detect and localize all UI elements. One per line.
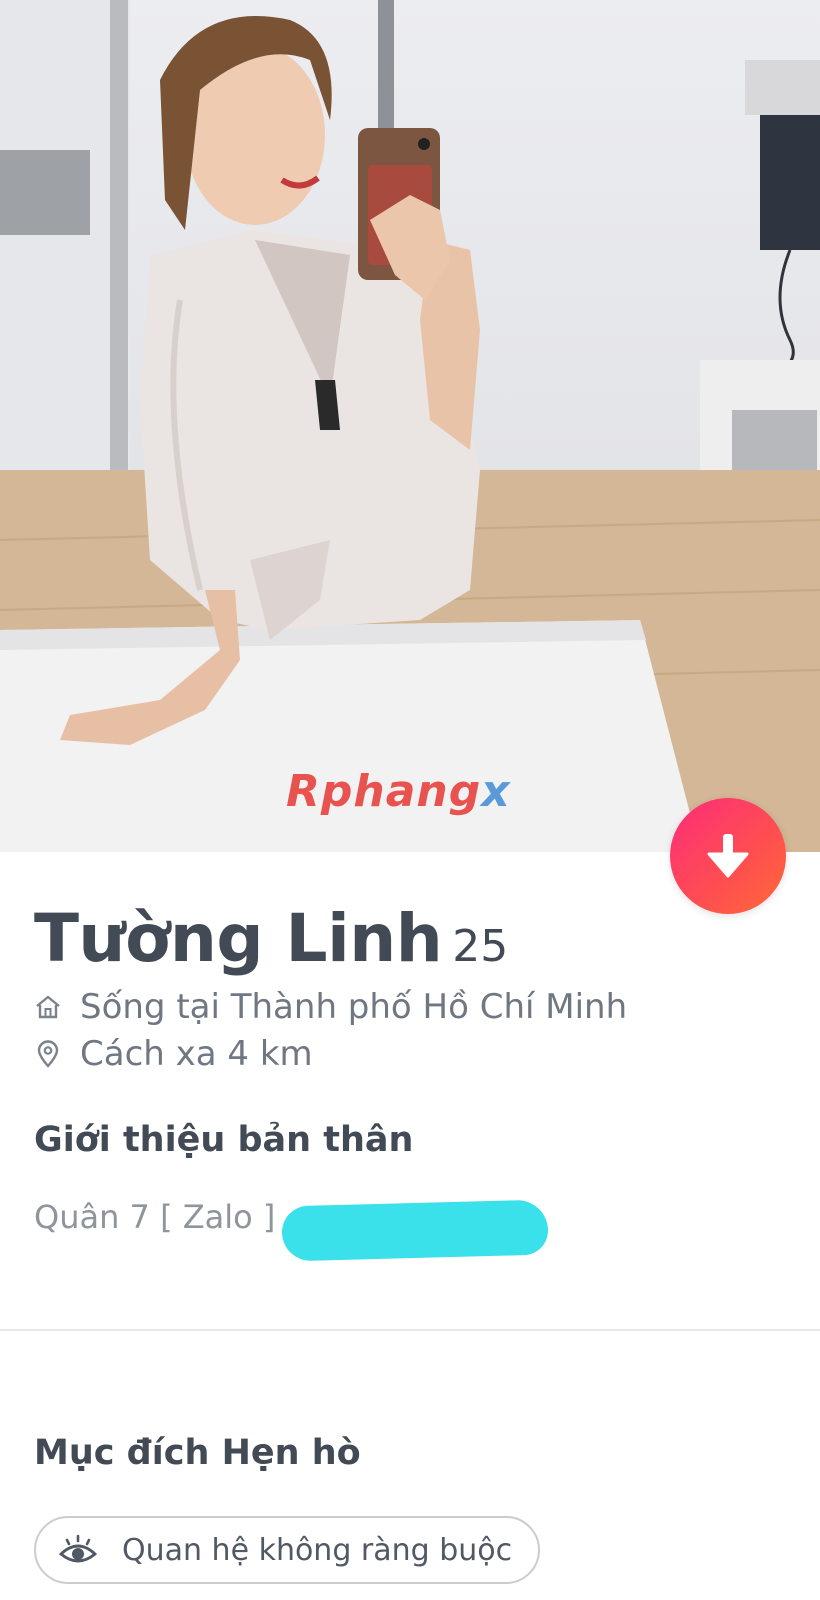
distance-row: Cách xa 4 km	[34, 1034, 313, 1074]
redaction-mark	[281, 1199, 549, 1262]
profile-age: 25	[452, 921, 509, 972]
section-divider	[0, 1329, 820, 1331]
dating-goal-label: Quan hệ không ràng buộc	[122, 1532, 513, 1568]
distance-text: Cách xa 4 km	[80, 1034, 313, 1074]
dating-goal-title: Mục đích Hẹn hò	[34, 1433, 361, 1473]
arrow-down-icon	[707, 834, 749, 878]
photo-illustration	[0, 0, 820, 852]
profile-header: Tường Linh 25	[34, 900, 508, 977]
lives-in-text: Sống tại Thành phố Hồ Chí Minh	[80, 987, 628, 1027]
home-icon	[36, 995, 60, 1019]
watermark-logo: Rphangx	[286, 766, 511, 817]
eye-icon	[58, 1534, 98, 1563]
lives-in-row: Sống tại Thành phố Hồ Chí Minh	[34, 987, 627, 1027]
dating-goal-chip: Quan hệ không ràng buộc	[34, 1516, 541, 1584]
about-title: Giới thiệu bản thân	[34, 1120, 414, 1160]
collapse-profile-button[interactable]	[670, 798, 786, 914]
about-text: Quân 7 [ Zalo ]	[34, 1198, 276, 1236]
profile-name: Tường Linh	[34, 900, 443, 977]
location-pin-icon	[37, 1040, 59, 1068]
profile-photo[interactable]: Rphangx	[0, 0, 820, 852]
